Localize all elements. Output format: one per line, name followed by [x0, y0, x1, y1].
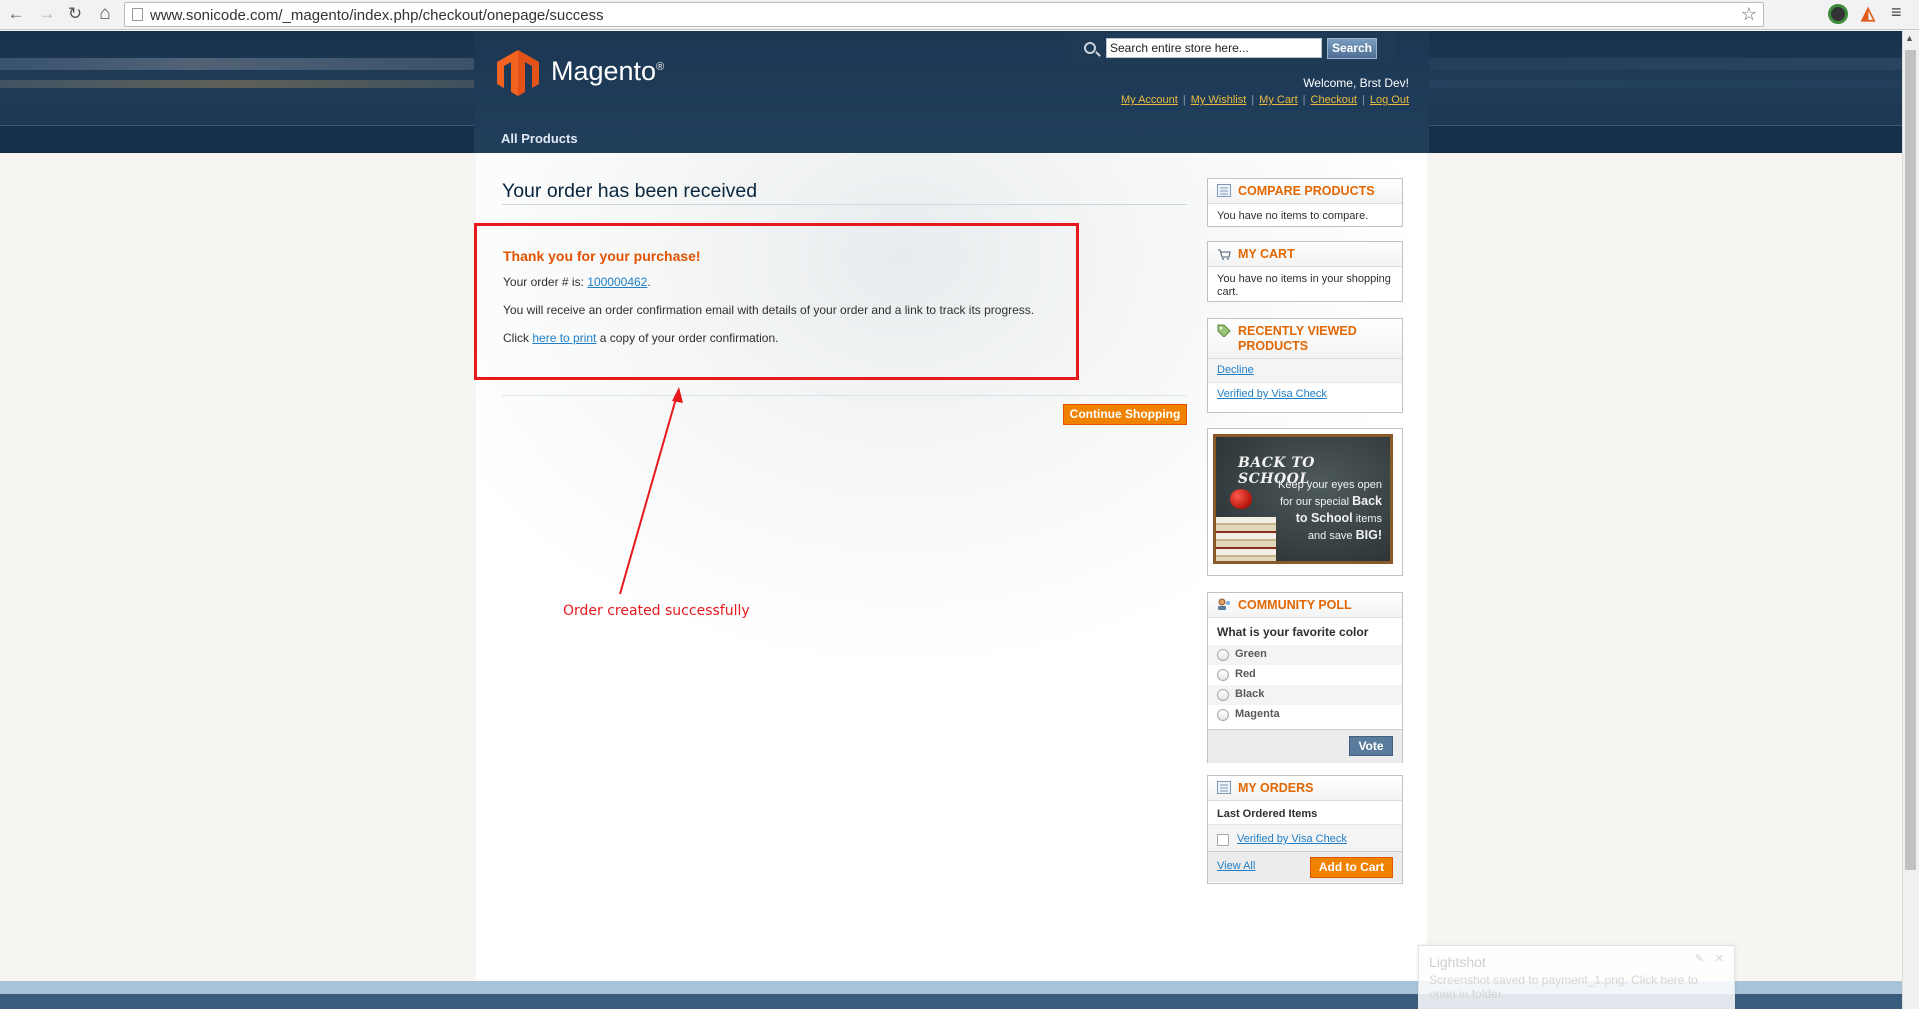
add-to-cart-button[interactable]: Add to Cart [1310, 857, 1393, 878]
recently-viewed-block: Recently Viewed Products Decline Verifie… [1207, 318, 1403, 413]
last-ordered-subtitle: Last Ordered Items [1217, 808, 1318, 820]
scroll-up-arrow-icon[interactable]: ▲ [1905, 33, 1914, 43]
my-cart-empty: You have no items in your shopping cart. [1217, 273, 1391, 298]
order-number-line: Your order # is: 100000462. [503, 275, 651, 289]
checkout-link[interactable]: Checkout [1311, 94, 1357, 106]
notification-title: Lightshot [1429, 954, 1486, 970]
my-orders-block: My Orders Last Ordered Items Verified by… [1207, 775, 1403, 884]
ordered-item-checkbox[interactable] [1217, 834, 1229, 846]
my-wishlist-link[interactable]: My Wishlist [1191, 94, 1247, 106]
orders-icon [1217, 781, 1231, 794]
my-account-link[interactable]: My Account [1121, 94, 1178, 106]
poll-radio[interactable] [1217, 689, 1229, 701]
browser-toolbar: ← → ↻ ⌂ www.sonicode.com/_magento/index.… [0, 0, 1919, 30]
poll-radio[interactable] [1217, 709, 1229, 721]
email-notice: You will receive an order confirmation e… [503, 303, 1035, 317]
recently-viewed-item: Verified by Visa Check [1208, 383, 1402, 406]
lightshot-notification[interactable]: Lightshot ✎ ✕ Screenshot saved to paymen… [1418, 945, 1735, 1009]
poll-option: Green [1208, 645, 1402, 665]
poll-option: Red [1208, 665, 1402, 685]
view-all-link[interactable]: View All [1217, 860, 1255, 872]
browser-menu-icon[interactable]: ≡ [1891, 2, 1902, 23]
poll-icon [1218, 598, 1230, 610]
continue-shopping-button[interactable]: Continue Shopping [1063, 404, 1187, 425]
ordered-item-link[interactable]: Verified by Visa Check [1237, 833, 1347, 845]
bookmark-star-icon[interactable]: ☆ [1741, 4, 1757, 25]
notification-body: Screenshot saved to payment_1.png. Click… [1429, 973, 1698, 1001]
nav-all-products[interactable]: All Products [501, 131, 578, 146]
recently-viewed-item: Decline [1208, 359, 1402, 383]
apple-image [1230, 489, 1252, 509]
poll-actions: Vote [1208, 729, 1402, 763]
search-icon [1084, 42, 1096, 54]
magento-extension-icon[interactable]: ◭ [1858, 3, 1878, 25]
address-bar[interactable]: www.sonicode.com/_magento/index.php/chec… [124, 2, 1764, 27]
community-poll-block: Community Poll What is your favorite col… [1207, 592, 1403, 763]
close-icon[interactable]: ✕ [1715, 952, 1724, 965]
scrollbar-thumb[interactable] [1905, 50, 1916, 870]
search-input[interactable] [1106, 38, 1322, 58]
page-title: Your order has been received [502, 180, 1187, 205]
compare-products-empty: You have no items to compare. [1217, 210, 1369, 222]
vote-button[interactable]: Vote [1349, 736, 1393, 756]
annotation-label: Order created successfully [563, 603, 750, 619]
thanks-heading: Thank you for your purchase! [503, 248, 701, 264]
pin-icon[interactable]: ✎ [1695, 952, 1704, 965]
url-text[interactable]: www.sonicode.com/_magento/index.php/chec… [150, 7, 604, 24]
extension-icon[interactable] [1828, 4, 1848, 24]
my-cart-block: My Cart You have no items in your shoppi… [1207, 241, 1403, 302]
tag-icon [1217, 324, 1231, 337]
compare-products-title: Compare Products [1208, 179, 1402, 204]
log-out-link[interactable]: Log Out [1370, 94, 1409, 106]
recently-viewed-link[interactable]: Decline [1217, 364, 1254, 376]
community-poll-title: Community Poll [1208, 593, 1402, 618]
print-link[interactable]: here to print [532, 331, 596, 345]
reload-icon[interactable]: ↻ [64, 3, 86, 25]
back-to-school-banner[interactable]: BACK TO SCHOOL Keep your eyes open for o… [1207, 428, 1403, 576]
content-divider [502, 395, 1187, 396]
poll-option: Black [1208, 685, 1402, 705]
chalkboard-image: BACK TO SCHOOL Keep your eyes open for o… [1213, 434, 1393, 564]
poll-option: Magenta [1208, 705, 1402, 725]
my-orders-title: My Orders [1208, 776, 1402, 801]
order-number-link[interactable]: 100000462 [587, 275, 647, 289]
logo-text[interactable]: Magento® [551, 56, 664, 87]
compare-products-block: Compare Products You have no items to co… [1207, 178, 1403, 227]
header-links: My Account | My Wishlist | My Cart | Checkout |… [1120, 94, 1409, 106]
poll-question: What is your favorite color [1217, 625, 1369, 639]
home-icon[interactable]: ⌂ [94, 3, 116, 25]
cart-icon [1218, 249, 1231, 260]
my-cart-link[interactable]: My Cart [1259, 94, 1298, 106]
recently-viewed-title: Recently Viewed Products [1208, 319, 1402, 359]
back-icon[interactable]: ← [5, 3, 27, 25]
recently-viewed-link[interactable]: Verified by Visa Check [1217, 388, 1327, 400]
welcome-message: Welcome, Brst Dev! [1303, 76, 1409, 90]
banner-text: Keep your eyes open for our special Back… [1278, 479, 1382, 542]
search-button[interactable]: Search [1327, 38, 1377, 59]
compare-icon [1217, 184, 1231, 197]
print-line: Click here to print a copy of your order… [503, 331, 779, 345]
ordered-item: Verified by Visa Check [1208, 824, 1402, 851]
my-cart-title: My Cart [1208, 242, 1402, 267]
poll-radio[interactable] [1217, 649, 1229, 661]
poll-radio[interactable] [1217, 669, 1229, 681]
forward-icon[interactable]: → [36, 3, 58, 25]
page-icon [132, 8, 143, 21]
my-orders-actions: View All Add to Cart [1208, 851, 1402, 882]
magento-logo-icon[interactable] [497, 50, 539, 96]
